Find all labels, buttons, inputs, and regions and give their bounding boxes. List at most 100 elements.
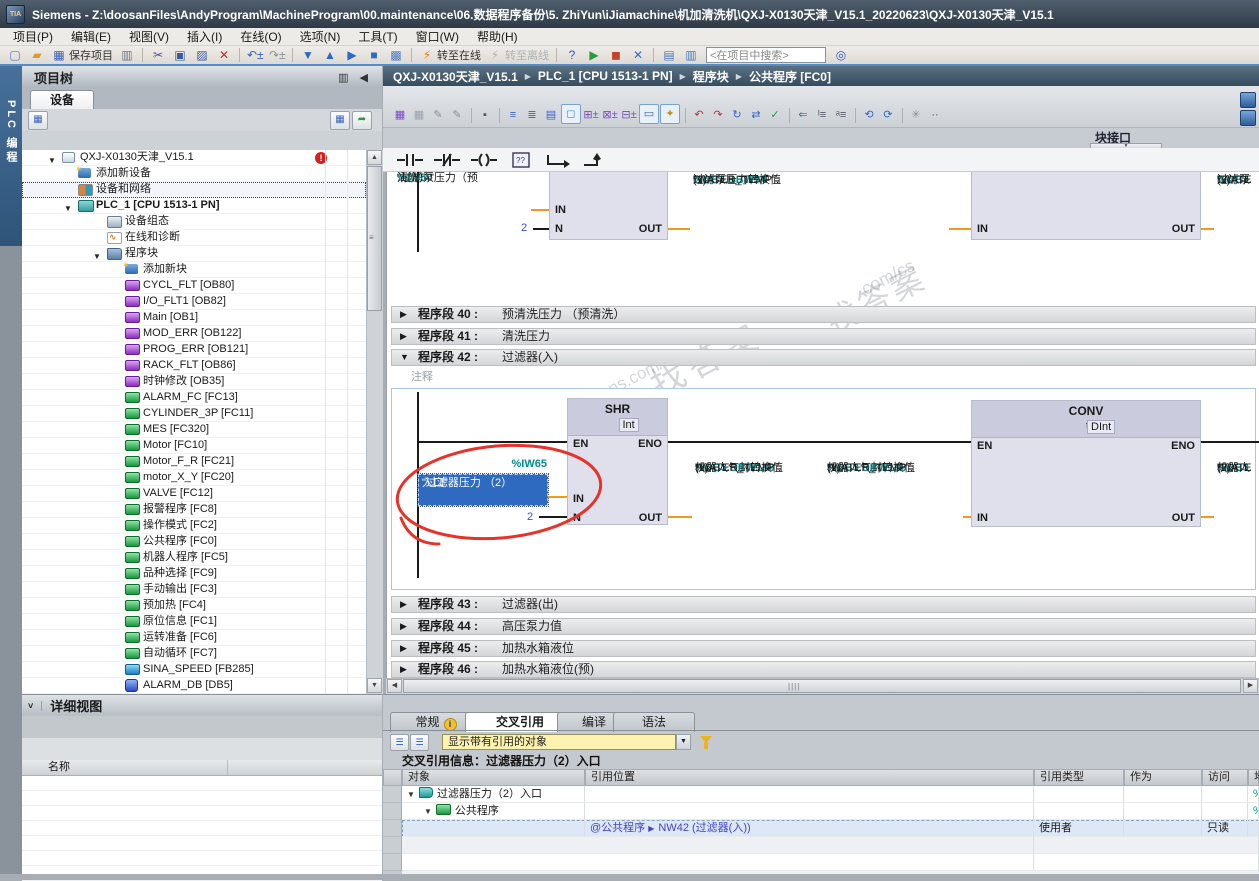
- contact-open-icon[interactable]: [393, 149, 427, 171]
- tree-item[interactable]: 手动输出 [FC3]: [22, 582, 366, 598]
- tree-item[interactable]: 预加热 [FC4]: [22, 598, 366, 614]
- tree-item[interactable]: Motor_F_R [FC21]: [22, 454, 366, 470]
- operand-sym-icon[interactable]: ᵃ≡: [832, 106, 850, 124]
- network-header[interactable]: ▶ 程序段 40 : 预清洗压力 （预清洗）: [391, 306, 1256, 323]
- split-vertical-icon[interactable]: ▥: [681, 47, 701, 63]
- upload-from-device-icon[interactable]: ▲: [320, 47, 340, 63]
- tree-item[interactable]: MES [FC320]: [22, 422, 366, 438]
- insert-branch-icon[interactable]: ⊠±: [601, 106, 619, 124]
- expand-arrow-icon[interactable]: ▶: [400, 307, 407, 322]
- title-bar[interactable]: TIA Siemens - Z:\doosanFiles\AndyProgram…: [0, 0, 1259, 28]
- chevron-down-icon[interactable]: ˅: [28, 700, 43, 711]
- tree-item[interactable]: ALARM_DB [DB5]: [22, 678, 366, 694]
- network-header[interactable]: ▶ 程序段 43 : 过滤器(出): [391, 596, 1256, 613]
- tree-scroll-down-icon[interactable]: ▼: [367, 678, 382, 693]
- collapse-networks-icon[interactable]: ≣: [523, 106, 541, 124]
- stop-cpu-icon[interactable]: ■: [364, 47, 384, 63]
- update-call-icon[interactable]: ↻: [728, 106, 746, 124]
- xref-col-access[interactable]: 访问: [1202, 769, 1248, 786]
- tree-item[interactable]: Motor [FC10]: [22, 438, 366, 454]
- goto-next-error-icon[interactable]: ↷: [709, 106, 727, 124]
- tree-item[interactable]: 报警程序 [FC8]: [22, 502, 366, 518]
- conv-block-partial[interactable]: IN OUT: [971, 172, 1201, 240]
- details-view-header[interactable]: ˅ 详细视图: [22, 694, 382, 717]
- menu-item[interactable]: 窗口(W): [407, 27, 468, 46]
- task-card-icon[interactable]: [1240, 92, 1256, 108]
- insert-network-icon[interactable]: ▦: [391, 106, 409, 124]
- find-in-project-icon[interactable]: ◎: [831, 47, 851, 63]
- tree-item[interactable]: ▼ 程序块: [22, 246, 366, 262]
- absolute-info-icon[interactable]: ▤: [542, 106, 560, 124]
- hscroll-right-icon[interactable]: ▶: [1243, 679, 1258, 693]
- menu-item[interactable]: 帮助(H): [468, 27, 527, 46]
- stop-monitor-icon[interactable]: ◼: [606, 47, 626, 63]
- tree-item[interactable]: 添加新块: [22, 258, 366, 278]
- tree-item[interactable]: CYCL_FLT [OB80]: [22, 278, 366, 294]
- hscroll-left-icon[interactable]: ◀: [387, 679, 402, 693]
- xref-filter-select[interactable]: 显示带有引用的对象: [442, 734, 676, 750]
- jump-label-icon[interactable]: [578, 149, 612, 171]
- save-project-button[interactable]: ▦ 保存项目: [49, 47, 115, 63]
- expand-arrow-icon[interactable]: ▼: [400, 350, 409, 365]
- tab-devices[interactable]: 设备: [30, 90, 94, 110]
- paste-icon[interactable]: ▨: [192, 47, 212, 63]
- conv-to-type-dropdown[interactable]: DInt: [1087, 420, 1116, 434]
- tree-item[interactable]: 操作模式 [FC2]: [22, 518, 366, 534]
- monitor-off-icon[interactable]: ⟳: [879, 106, 897, 124]
- delete-icon[interactable]: ✕: [214, 47, 234, 63]
- sync-icon[interactable]: ⇄: [747, 106, 765, 124]
- settings-icon[interactable]: ✳: [907, 106, 925, 124]
- hscroll-thumb[interactable]: [403, 679, 1241, 693]
- insert-box-icon[interactable]: ⊞±: [582, 106, 600, 124]
- start-cpu-icon[interactable]: ▶: [342, 47, 362, 63]
- tree-item[interactable]: ▼ QXJ-X0130天津_V15.1!: [22, 150, 366, 166]
- consistency-check-icon[interactable]: ✓: [766, 106, 784, 124]
- breadcrumb-item[interactable]: 公共程序 [FC0]: [749, 68, 831, 85]
- network-header[interactable]: ▶ 程序段 41 : 清洗压力: [391, 328, 1256, 345]
- tree-item[interactable]: I/O_FLT1 [OB82]: [22, 294, 366, 310]
- constant-n[interactable]: 2: [527, 511, 533, 523]
- toggle-comments-icon[interactable]: ◻: [561, 104, 581, 124]
- menu-item[interactable]: 编辑(E): [62, 27, 120, 46]
- expand-entries-icon[interactable]: ☰: [390, 734, 409, 751]
- tree-item[interactable]: 品种选择 [FC9]: [22, 566, 366, 582]
- tree-item[interactable]: SINA_SPEED [FB285]: [22, 662, 366, 678]
- expand-arrow-icon[interactable]: ▶: [400, 597, 407, 612]
- menu-item[interactable]: 视图(V): [120, 27, 178, 46]
- split-horizontal-icon[interactable]: ▤: [659, 47, 679, 63]
- expand-arrow-icon[interactable]: ▶: [400, 329, 407, 344]
- tree-scroll-grip[interactable]: ≡: [369, 234, 380, 242]
- conv-block[interactable]: CONV InttoDInt EN ENO IN OUT: [971, 400, 1201, 527]
- tree-item[interactable]: MOD_ERR [OB122]: [22, 326, 366, 342]
- open-project-icon[interactable]: ▰: [27, 47, 47, 63]
- cross-close-icon[interactable]: ✕: [628, 47, 648, 63]
- expand-arrow-icon[interactable]: ▼: [407, 790, 415, 799]
- redo-icon[interactable]: ↷±: [267, 47, 287, 63]
- network-header[interactable]: ▶ 程序段 44 : 高压泵力值: [391, 618, 1256, 635]
- xref-col-location[interactable]: 引用位置: [585, 769, 1034, 786]
- delete-network-icon[interactable]: ▦: [410, 106, 428, 124]
- go-online-button[interactable]: ⚡ 转至在线: [417, 47, 483, 63]
- cut-icon[interactable]: ✂: [148, 47, 168, 63]
- expand-arrow-icon[interactable]: ▶: [400, 619, 407, 634]
- tree-scroll-up-icon[interactable]: ▲: [367, 150, 382, 165]
- tree-item[interactable]: PROG_ERR [OB121]: [22, 342, 366, 358]
- menu-item[interactable]: 工具(T): [349, 27, 406, 46]
- xref-col-as[interactable]: 作为: [1124, 769, 1202, 786]
- open-branch-icon[interactable]: [541, 149, 575, 171]
- xref-location-link[interactable]: @公共程序 ▶ NW42 (过滤器(入)): [590, 822, 751, 834]
- xref-location-cell[interactable]: @公共程序 ▶ NW42 (过滤器(入)): [585, 820, 1034, 837]
- goto-related-icon[interactable]: ⇐: [794, 106, 812, 124]
- reset-start-icon[interactable]: ▪: [476, 106, 494, 124]
- online-status-icon[interactable]: ?: [562, 47, 582, 63]
- go-offline-button[interactable]: ⚡ 转至离线: [485, 47, 551, 63]
- favorites-edit-icon[interactable]: ✦: [660, 104, 680, 124]
- tab-syntax[interactable]: 语法: [613, 712, 695, 732]
- network-header[interactable]: ▶ 程序段 45 : 加热水箱液位: [391, 640, 1256, 657]
- network-header[interactable]: ▶ 程序段 46 : 加热水箱液位(预): [391, 661, 1256, 678]
- project-search-input[interactable]: [706, 47, 826, 63]
- tree-item[interactable]: ▼ PLC_1 [CPU 1513-1 PN]: [22, 198, 366, 214]
- menu-item[interactable]: 选项(N): [291, 27, 350, 46]
- expand-networks-icon[interactable]: ≡: [504, 106, 522, 124]
- print-icon[interactable]: ▥: [117, 47, 137, 63]
